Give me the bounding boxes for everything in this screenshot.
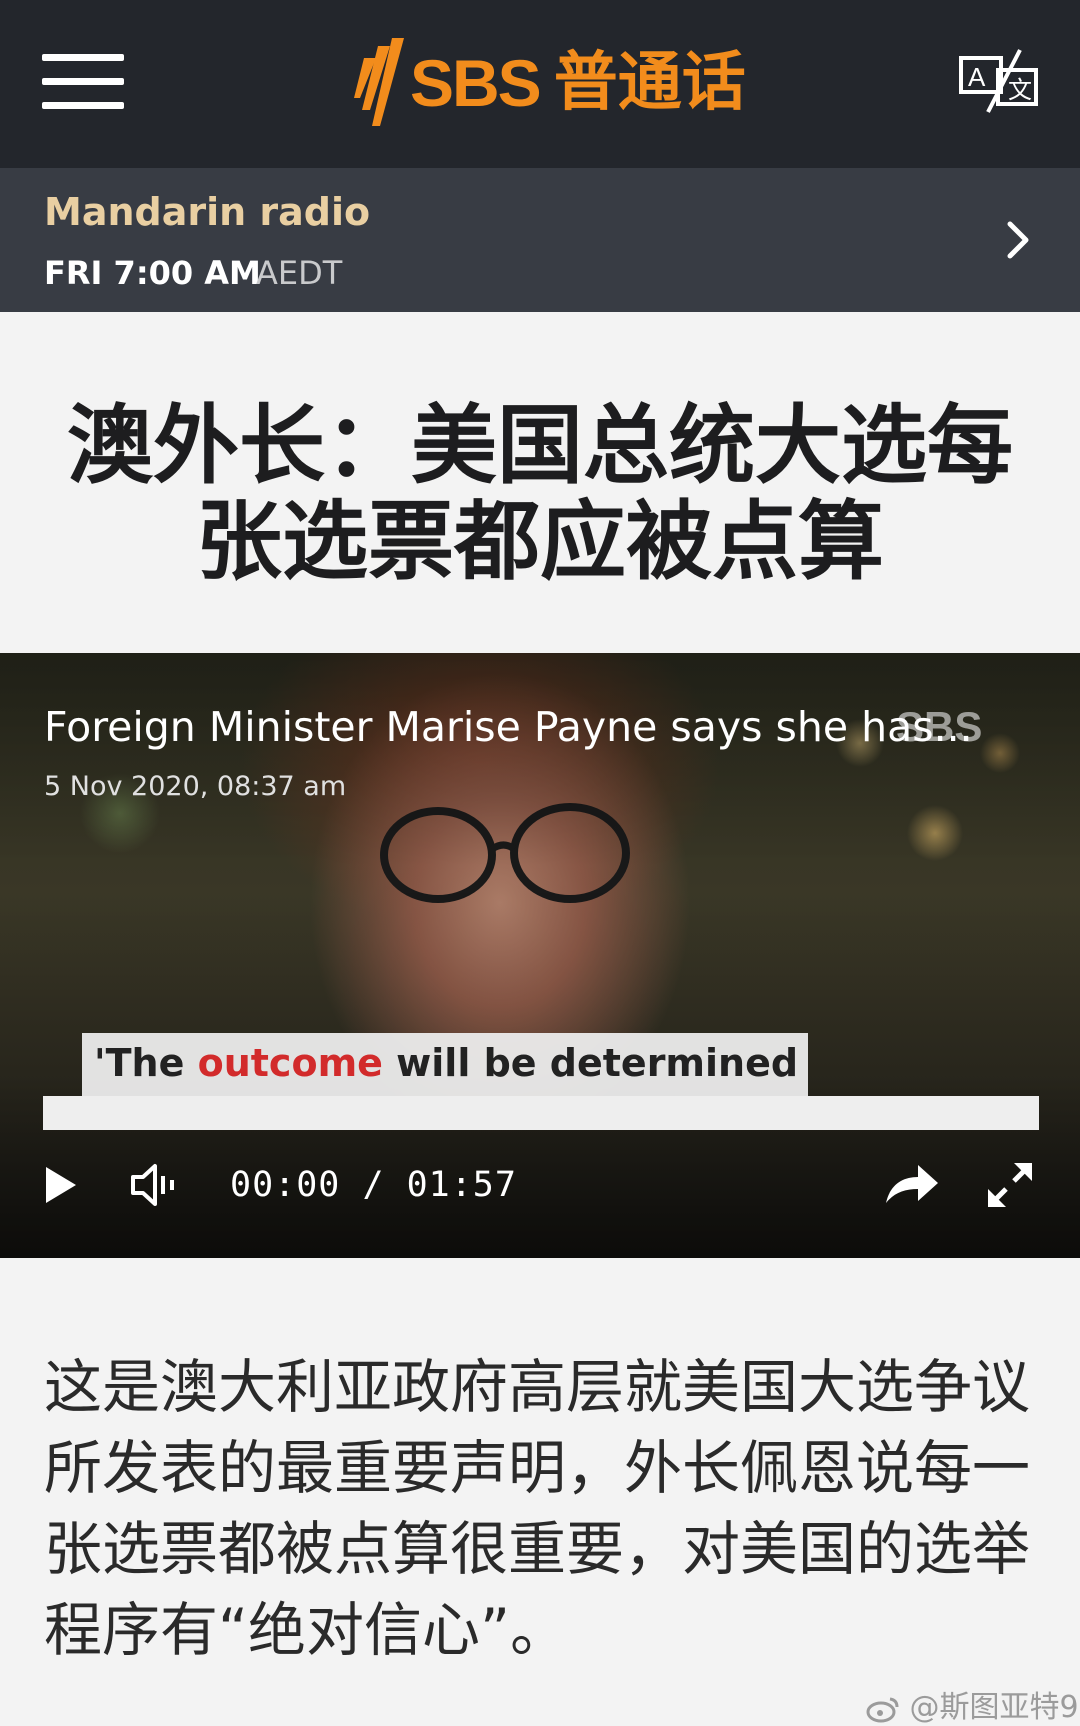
radio-timezone: AEDT [256,254,343,292]
hamburger-menu-icon[interactable] [42,54,124,112]
video-date: 5 Nov 2020, 08:37 am [44,771,347,802]
app-header: SBS 普通话 A 文 [0,0,1080,168]
video-time-separator: / [362,1165,385,1205]
logo-text: SBS [410,46,542,120]
weibo-icon [866,1697,899,1722]
radio-title: Mandarin radio [44,190,371,234]
sbs-logo-mark-icon [354,38,404,126]
mandarin-radio-banner[interactable]: Mandarin radio FRI 7:00 AM AEDT [0,168,1080,312]
chevron-right-icon [1007,221,1029,259]
svg-text:文: 文 [1008,76,1032,104]
caption-prefix: 'The [94,1041,198,1085]
radio-time: FRI 7:00 AM [44,254,261,292]
play-icon[interactable] [44,1165,78,1205]
fullscreen-icon[interactable] [986,1161,1034,1209]
video-duration: 01:57 [406,1165,517,1205]
share-icon[interactable] [882,1161,940,1207]
translate-icon[interactable]: A 文 [958,46,1040,116]
logo-chinese-text: 普通话 [553,46,746,120]
caption-suffix: will be determined [382,1041,799,1085]
article-headline: 澳外长：美国总统大选每张选票都应被点算 [67,396,1013,592]
weibo-credit-text: @斯图亚特9 [909,1690,1079,1725]
video-time-readout: 00:00 / 01:57 [230,1165,517,1205]
video-current-time: 00:00 [230,1165,341,1205]
video-title: Foreign Minister Marise Payne says she h… [44,703,973,751]
svg-text:A: A [968,62,986,92]
article-body: 这是澳大利亚政府高层就美国大选争议所发表的最重要声明，外长佩恩说每一张选票都被点… [44,1353,1031,1664]
caption-highlight: outcome [197,1041,383,1085]
video-progress-bar[interactable] [43,1096,1039,1130]
video-watermark: SBS [896,703,983,750]
weibo-credit: @斯图亚特9 [866,1682,1079,1726]
video-player[interactable]: Foreign Minister Marise Payne says she h… [0,653,1080,1258]
sbs-logo[interactable]: SBS 普通话 [346,38,746,128]
volume-icon[interactable] [130,1160,178,1210]
